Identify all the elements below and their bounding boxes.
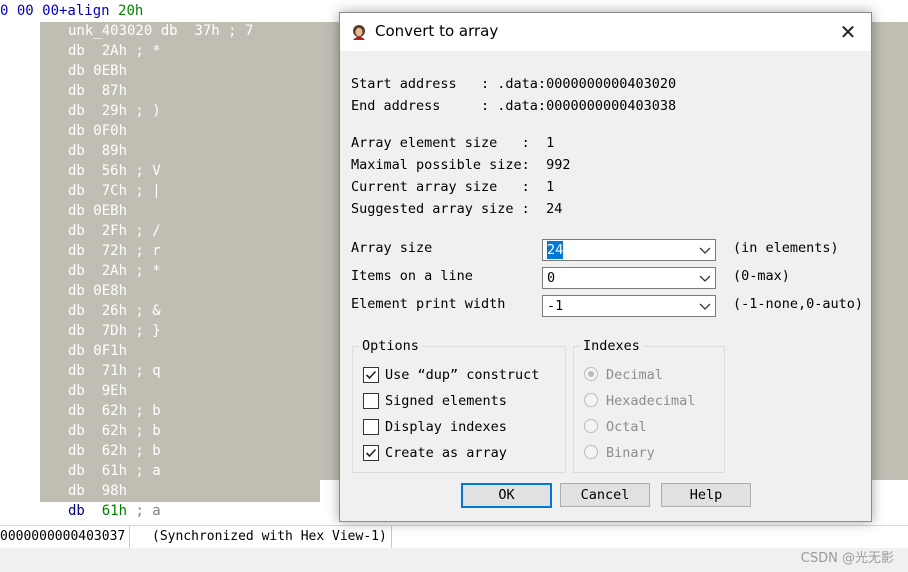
radio-button[interactable] [584,419,598,433]
items-on-line-hint: (0-max) [733,268,790,284]
disasm-line[interactable]: db 7Ch ; | [68,181,161,201]
options-group-title: Options [359,338,422,354]
checkbox-box[interactable] [363,367,379,383]
disasm-line[interactable]: db 62h ; b [68,421,161,441]
watermark: CSDN @光无影 [800,551,894,566]
disasm-line[interactable]: db 0F1h [68,341,127,361]
create-as-array-label: Create as array [385,445,507,461]
disasm-line[interactable]: db 0EBh [68,201,127,221]
checkbox-box[interactable] [363,393,379,409]
disasm-line[interactable]: db 62h ; b [68,441,161,461]
disasm-line[interactable]: db 29h ; ) [68,101,161,121]
disasm-line[interactable]: db 87h [68,81,127,101]
binary-label: Binary [606,445,655,461]
status-address: 0000000000403037 [0,526,131,548]
print-width-hint: (-1-none,0-auto) [733,296,864,312]
opcode: db [68,503,85,519]
checkbox-box[interactable] [363,445,379,461]
binary-radio[interactable]: Binary [584,444,655,462]
print-width-combo[interactable]: -1 [542,295,716,317]
disasm-line-last[interactable]: db 61h ; a [68,501,161,521]
signed-elements-label: Signed elements [385,393,507,409]
bottom-strip [0,548,908,572]
convert-to-array-dialog: Convert to array ✕ Start address : .data… [339,12,872,522]
octal-label: Octal [606,419,647,435]
help-button[interactable]: Help [661,483,751,507]
checkbox-box[interactable] [363,419,379,435]
disasm-line[interactable]: db 0EBh [68,61,127,81]
items-on-line-label: Items on a line [351,268,473,284]
use-dup-checkbox[interactable]: Use “dup” construct [363,366,539,384]
octal-radio[interactable]: Octal [584,418,647,436]
indexes-group-title: Indexes [580,338,643,354]
radio-button[interactable] [584,393,598,407]
print-width-value: -1 [547,298,564,314]
hexadecimal-label: Hexadecimal [606,393,696,409]
ok-button[interactable]: OK [461,483,552,508]
items-on-line-value: 0 [547,270,556,286]
hexadecimal-radio[interactable]: Hexadecimal [584,392,695,410]
current-array-size: Current array size : 1 [351,179,555,195]
disasm-line[interactable]: db 0E8h [68,281,127,301]
array-size-combo[interactable]: 24 [542,239,716,261]
print-width-label: Element print width [351,296,506,312]
align-directive: 0 00 00+align [0,3,119,19]
disasm-line[interactable]: db 7Dh ; } [68,321,161,341]
disasm-line[interactable]: db 9Eh [68,381,127,401]
radio-button[interactable] [584,445,598,459]
array-size-hint: (in elements) [733,240,839,256]
disasm-line[interactable]: db 26h ; & [68,301,161,321]
close-button[interactable]: ✕ [825,13,871,51]
disasm-line[interactable]: db 71h ; q [68,361,161,381]
status-sync-text: (Synchronized with Hex View-1) [148,526,392,548]
chevron-down-icon[interactable] [698,297,712,315]
array-size-label: Array size [351,240,433,256]
comment: ; a [135,503,161,519]
disasm-line[interactable]: db 2Fh ; / [68,221,161,241]
indexes-group: Indexes Decimal Hexadecimal Octal Binary [573,338,725,473]
disasm-line[interactable]: db 0F0h [68,121,127,141]
disasm-line-align[interactable]: 0 00 00+align 20h [0,1,143,21]
disasm-line[interactable]: db 2Ah ; * [68,261,161,281]
disasm-line[interactable]: db 56h ; V [68,161,161,181]
maximal-possible-size: Maximal possible size: 992 [351,157,571,173]
end-address: End address : .data:0000000000403038 [351,98,677,114]
chevron-down-icon[interactable] [698,241,712,259]
operand: 61h [101,503,128,519]
array-element-size: Array element size : 1 [351,135,555,151]
radio-button[interactable] [584,367,598,381]
options-group: Options Use “dup” construct Signed eleme… [352,338,566,473]
disasm-line[interactable]: db 61h ; a [68,461,161,481]
align-value: 20h [118,3,144,19]
display-indexes-label: Display indexes [385,419,507,435]
cancel-button[interactable]: Cancel [560,483,650,507]
close-icon: ✕ [839,20,857,44]
array-size-value: 24 [547,241,564,259]
display-indexes-checkbox[interactable]: Display indexes [363,418,507,436]
disasm-line-label[interactable]: unk_403020 db 37h ; 7 [68,21,253,41]
start-address: Start address : .data:0000000000403020 [351,76,677,92]
chevron-down-icon[interactable] [698,269,712,287]
disasm-line[interactable]: db 72h ; r [68,241,161,261]
suggested-array-size: Suggested array size : 24 [351,201,563,217]
create-as-array-checkbox[interactable]: Create as array [363,444,507,462]
ida-app-icon [353,25,365,40]
disasm-line[interactable]: db 2Ah ; * [68,41,161,61]
dialog-title: Convert to array [375,22,499,40]
disasm-line[interactable]: db 62h ; b [68,401,161,421]
status-bar: 0000000000403037 (Synchronized with Hex … [0,525,908,548]
disasm-line[interactable]: db 98h [68,481,127,501]
use-dup-label: Use “dup” construct [385,367,540,383]
disasm-line[interactable]: db 89h [68,141,127,161]
decimal-label: Decimal [606,367,663,383]
dialog-titlebar[interactable]: Convert to array ✕ [340,13,871,51]
decimal-radio[interactable]: Decimal [584,366,663,384]
items-on-line-combo[interactable]: 0 [542,267,716,289]
signed-elements-checkbox[interactable]: Signed elements [363,392,507,410]
